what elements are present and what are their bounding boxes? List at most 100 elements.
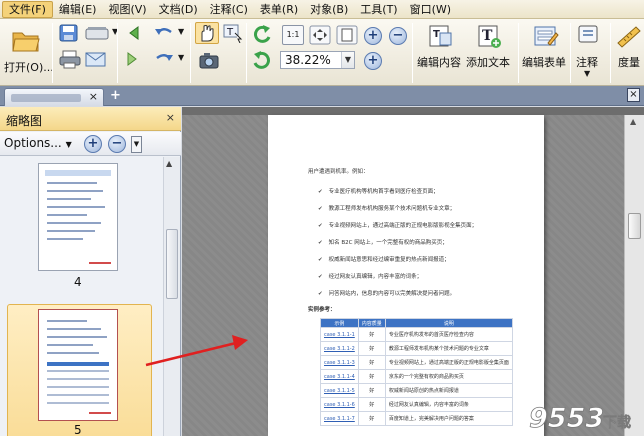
measure-label: 度量 [618,56,640,69]
open-label: 打开(O)... [4,61,54,74]
options-button[interactable]: Options... ▼ [4,136,72,150]
open-button[interactable]: 打开(O)... [4,25,54,81]
save-icon[interactable] [58,23,80,43]
snapshot-icon[interactable] [198,50,220,70]
scroll-up-icon[interactable]: ▲ [166,159,172,168]
bullet-item: ✔ 经过网友认真编辑，内容丰富的词条； [318,274,423,280]
menu-view[interactable]: 视图(V) [102,1,152,18]
note-cell: 经过网友认真编辑，内容丰富的词条 [384,397,513,412]
quality-cell: 好 [357,383,386,398]
add-text-label: 添加文本 [466,56,510,69]
document-view[interactable]: 用户遭遇到机率。例如： ✔ 专业医疗机构等机构首字看到医疗检查页面； ✔ 教源工程师… [182,107,644,436]
redo-dropdown-icon[interactable]: ▼ [178,53,184,62]
case-link[interactable]: case 3.1.1-7 [320,411,359,426]
redo-icon[interactable] [153,50,175,68]
table-header-cell: 内容质量 [357,318,386,328]
menu-document[interactable]: 文档(D) [153,1,204,18]
pdf-page[interactable]: 用户遭遇到机率。例如： ✔ 专业医疗机构等机构首字看到医疗检查页面； ✔ 教源工程师… [268,115,544,436]
menu-form[interactable]: 表单(R) [254,1,304,18]
edit-form-icon [534,26,559,46]
case-link[interactable]: case 3.1.1-6 [320,397,359,412]
zoom-in-magnifier-icon[interactable]: + [364,27,382,45]
thumbnail-page-number: 5 [74,423,82,436]
menu-tools[interactable]: 工具(T) [354,1,403,18]
table-row: case 3.1.1-7 好 百度知道上，完美解决用户问题的答案 [320,411,513,426]
thumb-zoom-out-icon[interactable]: − [108,135,126,153]
add-text-button[interactable]: T 添加文本 [466,23,514,81]
edit-form-button[interactable]: 编辑表单 [522,23,570,81]
print-icon[interactable] [58,49,82,69]
forward-page-icon[interactable] [124,50,142,68]
panel-toolbar: Options... ▼ + − ▼ [0,132,181,156]
edit-content-button[interactable]: T 编辑内容 [417,23,465,81]
thumbnail-page-4[interactable] [38,163,118,271]
zoom-level-field[interactable]: 38.22% ▼ [280,51,355,69]
new-tab-icon[interactable]: + [110,88,121,103]
hand-icon [201,25,214,42]
table-row: case 3.1.1-3 好 专业视频网站上，通过高端正版的正规电影版全集页面 [320,355,513,370]
document-tab-strip: × + × [0,86,644,106]
scanner-icon[interactable] [84,24,112,42]
case-table: 示例 内容质量 说明 case 3.1.1-1 好 专业医疗机构发布的首页医疗检… [320,318,513,426]
case-heading: 实例参考： [308,307,336,313]
annotate-button[interactable]: 注释 ▼ [574,23,604,81]
thumbnail-list: 4 5 [0,157,163,436]
table-row: case 3.1.1-6 好 经过网友认真编辑，内容丰富的词条 [320,397,513,412]
close-document-icon[interactable]: × [627,88,640,102]
select-text-icon[interactable]: T [222,23,244,43]
email-icon[interactable] [84,49,108,69]
document-tab[interactable]: × [4,88,104,106]
fit-page-icon[interactable] [309,25,331,45]
thumbnail-scrollbar[interactable]: ▲ [163,157,180,436]
table-row: case 3.1.1-5 好 权威新闻站原创的热点新闻报道 [320,383,513,398]
actual-size-button[interactable]: 1:1 [282,25,304,45]
document-scroll-thumb[interactable] [628,213,641,239]
quality-cell: 好 [357,397,386,412]
table-header-row: 示例 内容质量 说明 [320,318,513,328]
zoom-level-value: 38.22% [285,53,331,67]
rotate-right-icon[interactable] [251,49,273,71]
zoom-dropdown-icon[interactable]: ▼ [341,52,354,68]
bullet-item: ✔ 专业视频网站上，通过高端正版的正规电影版影视全集页面； [318,223,478,229]
quality-cell: 好 [357,341,386,356]
case-link[interactable]: case 3.1.1-3 [320,355,359,370]
tab-close-icon[interactable]: × [89,90,98,103]
note-cell: 专业医疗机构发布的首页医疗检查内容 [384,327,513,342]
options-dropdown-icon: ▼ [65,140,72,149]
bullet-item: ✔ 权威新闻站意思和经过编审重复的热点新闻报道； [318,257,450,263]
ruler-icon [617,26,641,48]
undo-icon[interactable] [153,24,175,42]
menu-edit[interactable]: 编辑(E) [53,1,103,18]
back-page-icon[interactable] [124,24,142,42]
menu-file[interactable]: 文件(F) [2,0,53,18]
zoom-in-icon[interactable]: + [364,52,382,70]
menu-comment[interactable]: 注释(C) [204,1,254,18]
thumbnail-scroll-thumb[interactable] [166,229,178,299]
quality-cell: 好 [357,327,386,342]
annotate-dropdown-icon[interactable]: ▼ [584,69,590,78]
thumb-size-dropdown-icon[interactable]: ▼ [131,136,142,153]
undo-dropdown-icon[interactable]: ▼ [178,27,184,36]
hand-tool-button[interactable] [195,22,219,44]
options-label: Options... [4,136,62,150]
panel-close-icon[interactable]: × [166,111,175,124]
case-link[interactable]: case 3.1.1-1 [320,327,359,342]
note-cell: 京东的一个完整有权的商品购买页 [384,369,513,384]
add-text-icon: T [478,25,501,48]
bullet-item: ✔ 教源工程师发布机构服务某个技术问题机专业文章； [318,206,456,212]
quality-cell: 好 [357,355,386,370]
case-link[interactable]: case 3.1.1-2 [320,341,359,356]
rotate-left-icon[interactable] [251,23,273,45]
measure-button[interactable]: 度量 [614,23,644,81]
doc-scroll-up-icon[interactable]: ▲ [630,117,636,126]
document-scrollbar[interactable]: ▲ [624,115,644,436]
zoom-out-icon[interactable]: − [389,27,407,45]
case-link[interactable]: case 3.1.1-4 [320,369,359,384]
case-link[interactable]: case 3.1.1-5 [320,383,359,398]
svg-text:T: T [433,29,440,40]
menu-window[interactable]: 窗口(W) [404,1,457,18]
menu-object[interactable]: 对象(B) [304,1,354,18]
thumb-zoom-in-icon[interactable]: + [84,135,102,153]
thumbnail-page-5[interactable] [38,309,118,421]
fit-width-icon[interactable] [336,25,358,45]
